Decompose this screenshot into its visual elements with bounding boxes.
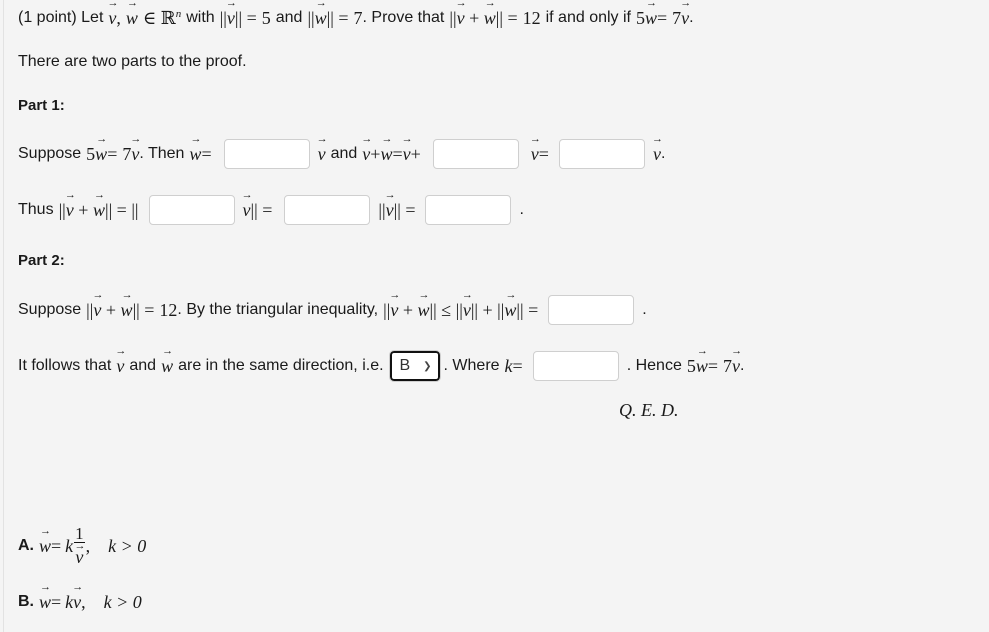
with-label: with	[186, 9, 215, 26]
problem-statement: (1 point) Let v, w ∈ ℝn with ||v|| = 5 a…	[18, 0, 694, 36]
coef-w: 5	[636, 7, 645, 28]
suppose-label: Suppose	[18, 145, 82, 162]
sum-norm-value: 12	[159, 299, 178, 320]
coef-v: 7	[723, 355, 733, 376]
part2-line1: Suppose ||v + w|| = 12 . By the triangul…	[18, 292, 647, 328]
and-label: and	[330, 145, 358, 162]
dimension-n: n	[175, 7, 182, 20]
part1-line1: Suppose 5w = 7v . Thenw = v and v + w = …	[18, 136, 665, 172]
part2-line2: It follows that vandw are in the same di…	[18, 348, 744, 384]
hence-label: . Hence	[626, 357, 682, 374]
option-letter: A.	[18, 537, 34, 554]
option-b: B. w = kv, k > 0	[18, 584, 142, 620]
norm-w-expr: ||w|| =	[307, 8, 348, 29]
fraction: 1v	[74, 525, 85, 567]
norm-coefficient-input[interactable]	[148, 195, 235, 225]
k-value-input[interactable]	[532, 351, 619, 381]
in-reals: ∈ ℝn	[142, 7, 182, 28]
sum-norm-expr: ||v + w|| =	[449, 8, 517, 29]
then-label: . Then	[139, 145, 185, 162]
coef-w: 5	[686, 355, 696, 376]
and-label: and	[129, 357, 157, 374]
and-label: and	[275, 9, 303, 26]
where-label: . Where	[443, 357, 500, 374]
coef-v: 7	[672, 7, 682, 28]
option-letter: B.	[18, 593, 34, 610]
same-direction-text: are in the same direction, i.e.	[178, 357, 384, 374]
norm-w-value: 7	[353, 7, 363, 28]
chevron-down-icon: ❯	[423, 360, 432, 372]
sum-term-input[interactable]	[432, 139, 519, 169]
problem-panel: (1 point) Let v, w ∈ ℝn with ||v|| = 5 a…	[3, 0, 987, 632]
sum-norm-value: 12	[522, 7, 541, 28]
final-value-input[interactable]	[425, 195, 512, 225]
w-coefficient-input[interactable]	[223, 139, 310, 169]
coef-v: 7	[122, 143, 132, 164]
points-label: (1 point) Let	[18, 9, 104, 26]
part1-line2: Thus ||v + w|| = || v|| = ||v|| = .	[18, 192, 524, 228]
norm-value-input[interactable]	[284, 195, 371, 225]
coef-w: 5	[86, 143, 96, 164]
intro-text: There are two parts to the proof.	[18, 53, 247, 70]
norm-v-value: 5	[261, 7, 271, 28]
iff-label: if and only if	[545, 9, 631, 26]
norm-v-expr: ||v|| =	[220, 8, 257, 29]
option-a: A. w = k 1v, k > 0	[18, 525, 147, 567]
qed-label: Q. E. D.	[619, 399, 679, 420]
option-condition: k > 0	[103, 591, 142, 612]
prove-that-label: . Prove that	[362, 9, 445, 26]
thus-label: Thus	[18, 201, 54, 218]
option-condition: k > 0	[108, 535, 147, 556]
sum-coefficient-input[interactable]	[558, 139, 645, 169]
part1-heading: Part 1:	[18, 96, 65, 114]
select-value: B	[399, 357, 411, 374]
direction-select[interactable]: B ❯	[388, 350, 441, 382]
triangle-sum-input[interactable]	[548, 295, 635, 325]
triangle-text: . By the triangular inequality,	[177, 301, 379, 318]
suppose-label: Suppose	[18, 301, 82, 318]
follows-text: It follows that	[18, 357, 112, 374]
part2-heading: Part 2:	[18, 251, 65, 269]
vector-v: v	[108, 8, 116, 29]
vector-w: w	[126, 8, 138, 29]
